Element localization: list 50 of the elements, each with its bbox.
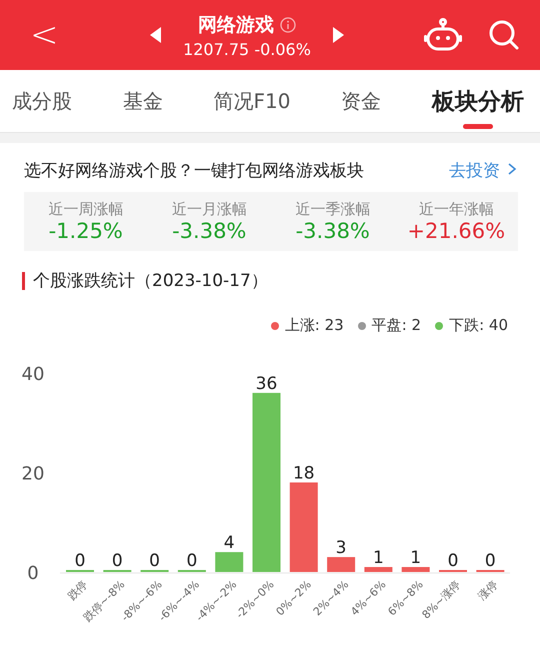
bar xyxy=(364,567,392,572)
invest-link[interactable]: 去投资 xyxy=(449,159,518,182)
return-value: +21.66% xyxy=(407,219,506,243)
return-value: -3.38% xyxy=(296,219,370,243)
section-marker xyxy=(22,272,25,290)
legend-label: 平盘: 2 xyxy=(372,316,422,335)
tab[interactable]: 资金 xyxy=(341,70,382,132)
y-tick-label: 40 xyxy=(22,364,44,385)
index-quote: 1207.75 -0.06% xyxy=(183,40,311,58)
robot-icon[interactable] xyxy=(424,18,462,52)
chevron-icon xyxy=(506,162,518,176)
section-title: 个股涨跌统计（2023-10-17） xyxy=(33,270,268,292)
tab[interactable]: 基金 xyxy=(122,70,163,132)
tab[interactable]: 板块分析 xyxy=(432,70,524,132)
return-label: 近一年涨幅 xyxy=(418,200,494,219)
next-icon[interactable] xyxy=(332,27,344,43)
search-icon[interactable] xyxy=(488,19,520,51)
bar xyxy=(215,552,244,572)
x-tick-label: 涨停 xyxy=(476,578,500,603)
return-label: 近一季涨幅 xyxy=(295,200,370,219)
return-label: 近一周涨幅 xyxy=(48,200,124,219)
return-value: -3.38% xyxy=(172,219,246,243)
previous-icon[interactable] xyxy=(150,27,162,43)
y-tick-label: 20 xyxy=(22,464,44,484)
back-button[interactable]: < xyxy=(30,15,70,55)
bar-value-label: 36 xyxy=(256,374,278,394)
x-tick-label: 跌停 xyxy=(65,578,90,603)
promo-text: 选不好网络游戏个股？一键打包网络游戏板块 xyxy=(24,160,364,182)
bar-value-label: 0 xyxy=(448,551,458,571)
y-tick-label: 0 xyxy=(27,563,39,584)
bar-value-label: 0 xyxy=(186,551,198,571)
bar xyxy=(402,567,430,572)
bar-value-label: 1 xyxy=(372,548,384,568)
bar-value-label: 0 xyxy=(112,551,123,571)
bar xyxy=(327,557,356,572)
page-title: 网络游戏 xyxy=(198,12,274,38)
tab[interactable]: 简况F10 xyxy=(214,70,290,132)
bar-value-label: 1 xyxy=(410,548,422,568)
bar-value-label: 4 xyxy=(224,533,235,554)
return-value: -1.25% xyxy=(48,219,123,243)
bar-value-label: 3 xyxy=(336,538,347,558)
bar-value-label: 0 xyxy=(149,551,160,571)
bar-value-label: 0 xyxy=(74,551,86,571)
legend-label: 下跌: 40 xyxy=(449,316,508,335)
info-icon[interactable] xyxy=(280,16,296,32)
tab[interactable]: 成分股 xyxy=(12,70,72,132)
return-label: 近一月涨幅 xyxy=(172,200,247,219)
legend-label: 上涨: 23 xyxy=(284,316,344,335)
bar-value-label: 0 xyxy=(484,551,496,571)
bar-value-label: 18 xyxy=(292,463,315,484)
